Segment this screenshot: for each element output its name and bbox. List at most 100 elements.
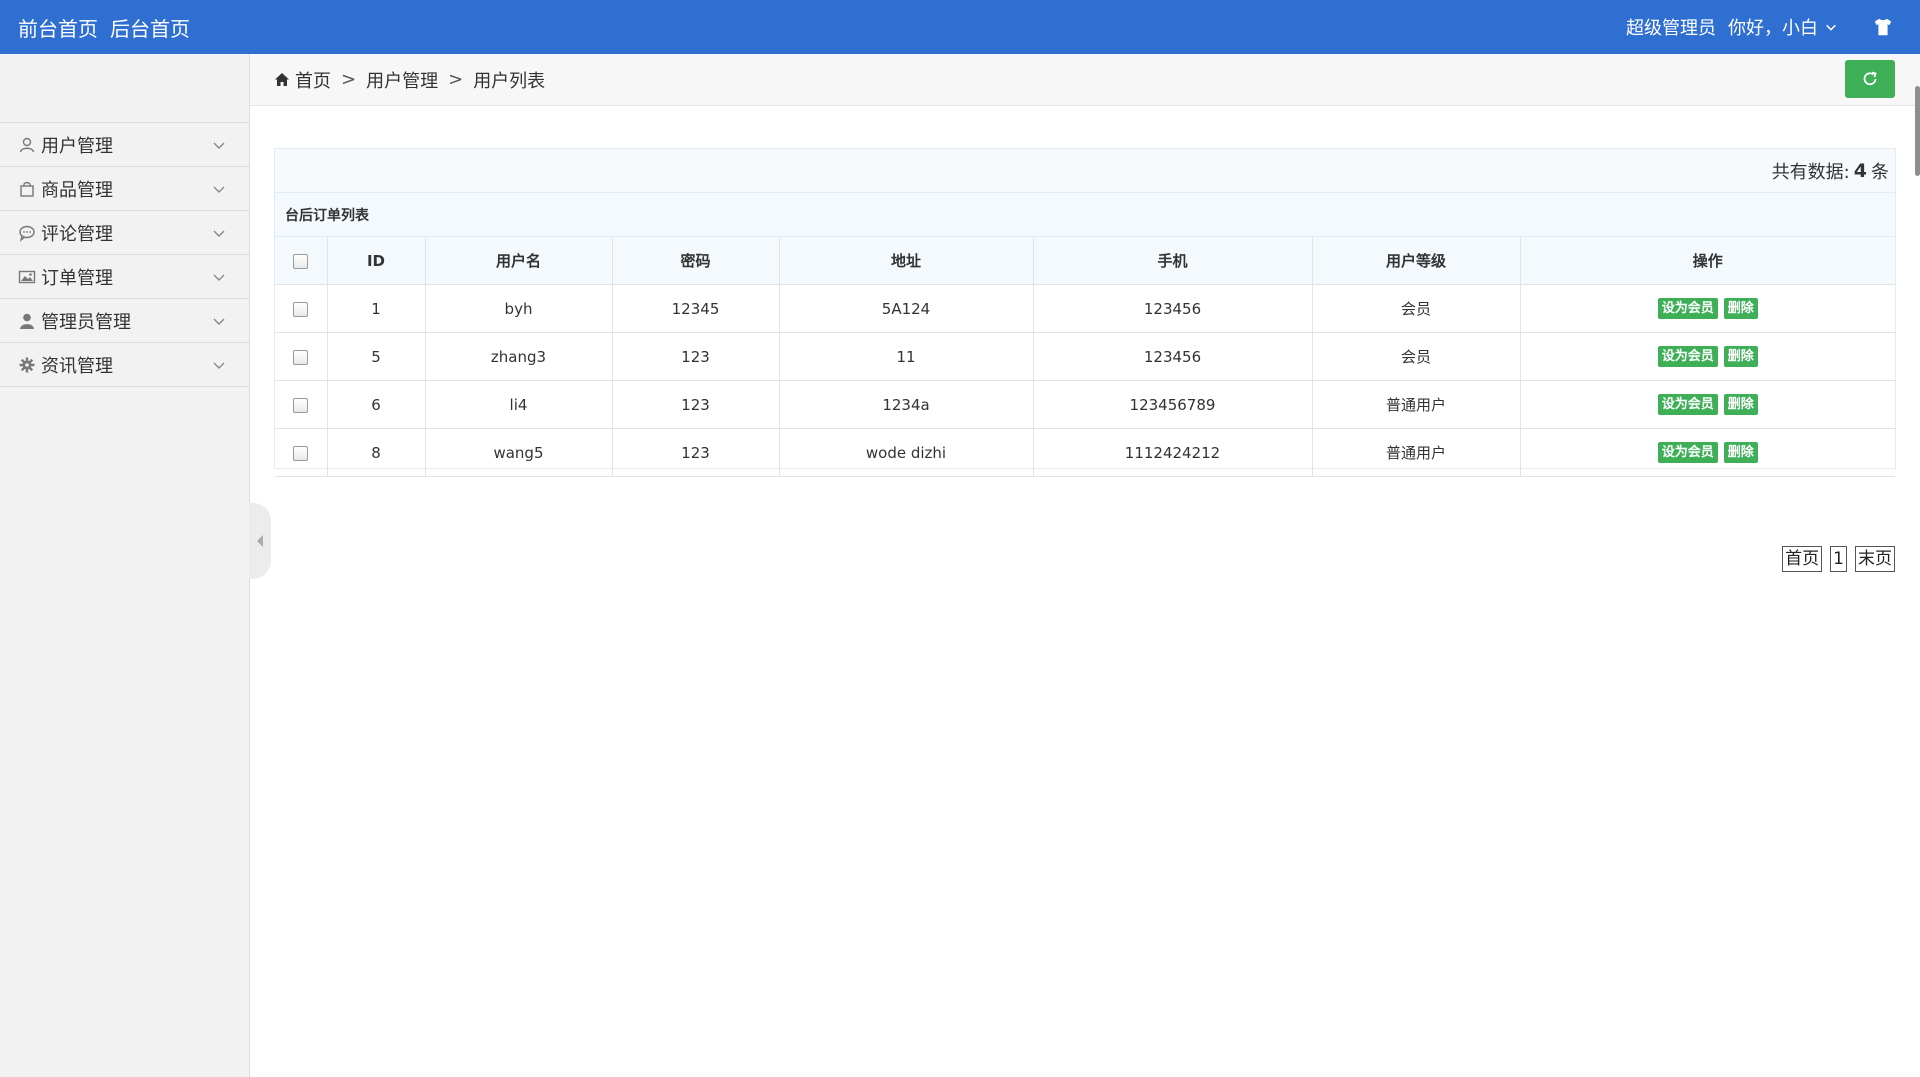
home-icon xyxy=(275,73,289,86)
cell-phone: 123456789 xyxy=(1033,380,1313,429)
sidebar-item-label: 资讯管理 xyxy=(41,355,113,377)
header-user-level: 用户等级 xyxy=(1312,237,1521,285)
delete-button[interactable]: 删除 xyxy=(1723,442,1758,463)
table-row: 5 zhang3 123 11 123456 会员 设为会员 删除 xyxy=(275,332,1895,381)
sidebar-item-admin-management[interactable]: 管理员管理 xyxy=(0,299,249,343)
breadcrumb-bar: 首页 > 用户管理 > 用户列表 xyxy=(250,54,1920,106)
delete-button[interactable]: 删除 xyxy=(1723,394,1758,415)
chevron-down-icon xyxy=(213,318,225,325)
cell-actions: 设为会员 删除 xyxy=(1520,428,1895,477)
row-select-cell xyxy=(275,428,328,477)
cell-username: zhang3 xyxy=(425,332,613,381)
user-outline-icon xyxy=(18,136,36,154)
sidebar-header xyxy=(0,54,249,123)
pager-last-button[interactable]: 末页 xyxy=(1855,546,1895,572)
sidebar-item-comment-management[interactable]: 评论管理 xyxy=(0,211,249,255)
sidebar-collapse-toggle[interactable] xyxy=(249,503,271,579)
caret-left-icon xyxy=(257,535,263,547)
sidebar-item-label: 订单管理 xyxy=(41,267,113,289)
chevron-down-icon xyxy=(213,230,225,237)
cell-id: 8 xyxy=(327,428,426,477)
set-member-button[interactable]: 设为会员 xyxy=(1657,442,1718,463)
row-select-cell xyxy=(275,284,328,333)
cell-phone: 123456 xyxy=(1033,284,1313,333)
sidebar-item-product-management[interactable]: 商品管理 xyxy=(0,167,249,211)
cell-password: 12345 xyxy=(612,284,780,333)
sidebar-item-order-management[interactable]: 订单管理 xyxy=(0,255,249,299)
skin-theme-icon[interactable] xyxy=(1872,16,1894,38)
chevron-down-icon xyxy=(213,142,225,149)
row-checkbox[interactable] xyxy=(293,349,309,365)
sidebar-item-label: 管理员管理 xyxy=(41,311,131,333)
cell-username: li4 xyxy=(425,380,613,429)
header-password: 密码 xyxy=(612,237,780,285)
pager-first-button[interactable]: 首页 xyxy=(1782,546,1823,572)
breadcrumb: 首页 > 用户管理 > 用户列表 xyxy=(274,54,545,105)
cell-actions: 设为会员 删除 xyxy=(1520,332,1895,381)
breadcrumb-section[interactable]: 用户管理 xyxy=(366,67,438,93)
sidebar-item-label: 商品管理 xyxy=(41,179,113,201)
admin-home-link[interactable]: 后台首页 xyxy=(110,13,190,42)
delete-button[interactable]: 删除 xyxy=(1723,298,1758,319)
header-select-all xyxy=(275,237,328,285)
user-role-label: 超级管理员 xyxy=(1626,18,1716,39)
picture-icon xyxy=(18,268,36,286)
sidebar-item-news-management[interactable]: 资讯管理 xyxy=(0,343,249,387)
row-select-cell xyxy=(275,332,328,381)
record-count-suffix: 条 xyxy=(1871,161,1889,183)
row-checkbox[interactable] xyxy=(293,397,309,413)
user-solid-icon xyxy=(18,312,36,330)
record-count-prefix: 共有数据: xyxy=(1771,161,1850,183)
cell-password: 123 xyxy=(612,332,780,381)
set-member-button[interactable]: 设为会员 xyxy=(1657,346,1718,367)
cell-phone: 123456 xyxy=(1033,332,1313,381)
chevron-down-icon xyxy=(213,274,225,281)
page-scrollbar[interactable] xyxy=(1915,86,1920,176)
chevron-down-icon xyxy=(213,186,225,193)
sidebar-item-label: 用户管理 xyxy=(41,135,113,157)
row-select-cell xyxy=(275,380,328,429)
cell-id: 6 xyxy=(327,380,426,429)
refresh-button[interactable] xyxy=(1845,60,1895,98)
breadcrumb-home-link[interactable]: 首页 xyxy=(274,67,331,93)
cell-address: wode dizhi xyxy=(779,428,1034,477)
gear-icon xyxy=(18,356,36,374)
cell-address: 11 xyxy=(779,332,1034,381)
pagination: 首页 1 末页 xyxy=(1782,546,1895,572)
header-actions: 操作 xyxy=(1520,237,1895,285)
cell-actions: 设为会员 删除 xyxy=(1520,380,1895,429)
sidebar: 用户管理 商品管理 评论管理 订单管理 管理员管理 资讯管理 xyxy=(0,54,250,1077)
set-member-button[interactable]: 设为会员 xyxy=(1657,298,1718,319)
delete-button[interactable]: 删除 xyxy=(1723,346,1758,367)
breadcrumb-separator: > xyxy=(448,69,464,90)
top-nav-user: 超级管理员 你好，小白 xyxy=(1626,0,1894,54)
header-phone: 手机 xyxy=(1033,237,1313,285)
cell-username: wang5 xyxy=(425,428,613,477)
user-list-panel: 共有数据: 4 条 台后订单列表 ID 用户名 密码 地址 手机 用户等级 操作… xyxy=(274,148,1896,477)
cell-username: byh xyxy=(425,284,613,333)
row-checkbox[interactable] xyxy=(293,445,309,461)
front-home-link[interactable]: 前台首页 xyxy=(18,13,98,42)
set-member-button[interactable]: 设为会员 xyxy=(1657,394,1718,415)
record-count: 共有数据: 4 条 xyxy=(275,149,1895,193)
table-header-row: ID 用户名 密码 地址 手机 用户等级 操作 xyxy=(275,237,1895,285)
cell-user-level: 普通用户 xyxy=(1312,380,1521,429)
cell-id: 5 xyxy=(327,332,426,381)
user-table: ID 用户名 密码 地址 手机 用户等级 操作 1 byh 12345 5A12… xyxy=(275,237,1895,477)
pager-page-1[interactable]: 1 xyxy=(1830,546,1847,572)
chevron-down-icon xyxy=(1826,24,1836,31)
cell-user-level: 会员 xyxy=(1312,332,1521,381)
record-count-value: 4 xyxy=(1853,159,1867,182)
sidebar-item-user-management[interactable]: 用户管理 xyxy=(0,123,249,167)
select-all-checkbox[interactable] xyxy=(293,253,309,269)
cell-id: 1 xyxy=(327,284,426,333)
user-menu-dropdown[interactable]: 你好，小白 xyxy=(1728,14,1838,40)
sidebar-item-label: 评论管理 xyxy=(41,223,113,245)
comment-icon xyxy=(18,224,36,242)
header-address: 地址 xyxy=(779,237,1034,285)
refresh-icon xyxy=(1863,71,1877,86)
breadcrumb-current-page: 用户列表 xyxy=(473,70,546,92)
row-checkbox[interactable] xyxy=(293,301,309,317)
cell-password: 123 xyxy=(612,380,780,429)
cell-user-level: 普通用户 xyxy=(1312,428,1521,477)
